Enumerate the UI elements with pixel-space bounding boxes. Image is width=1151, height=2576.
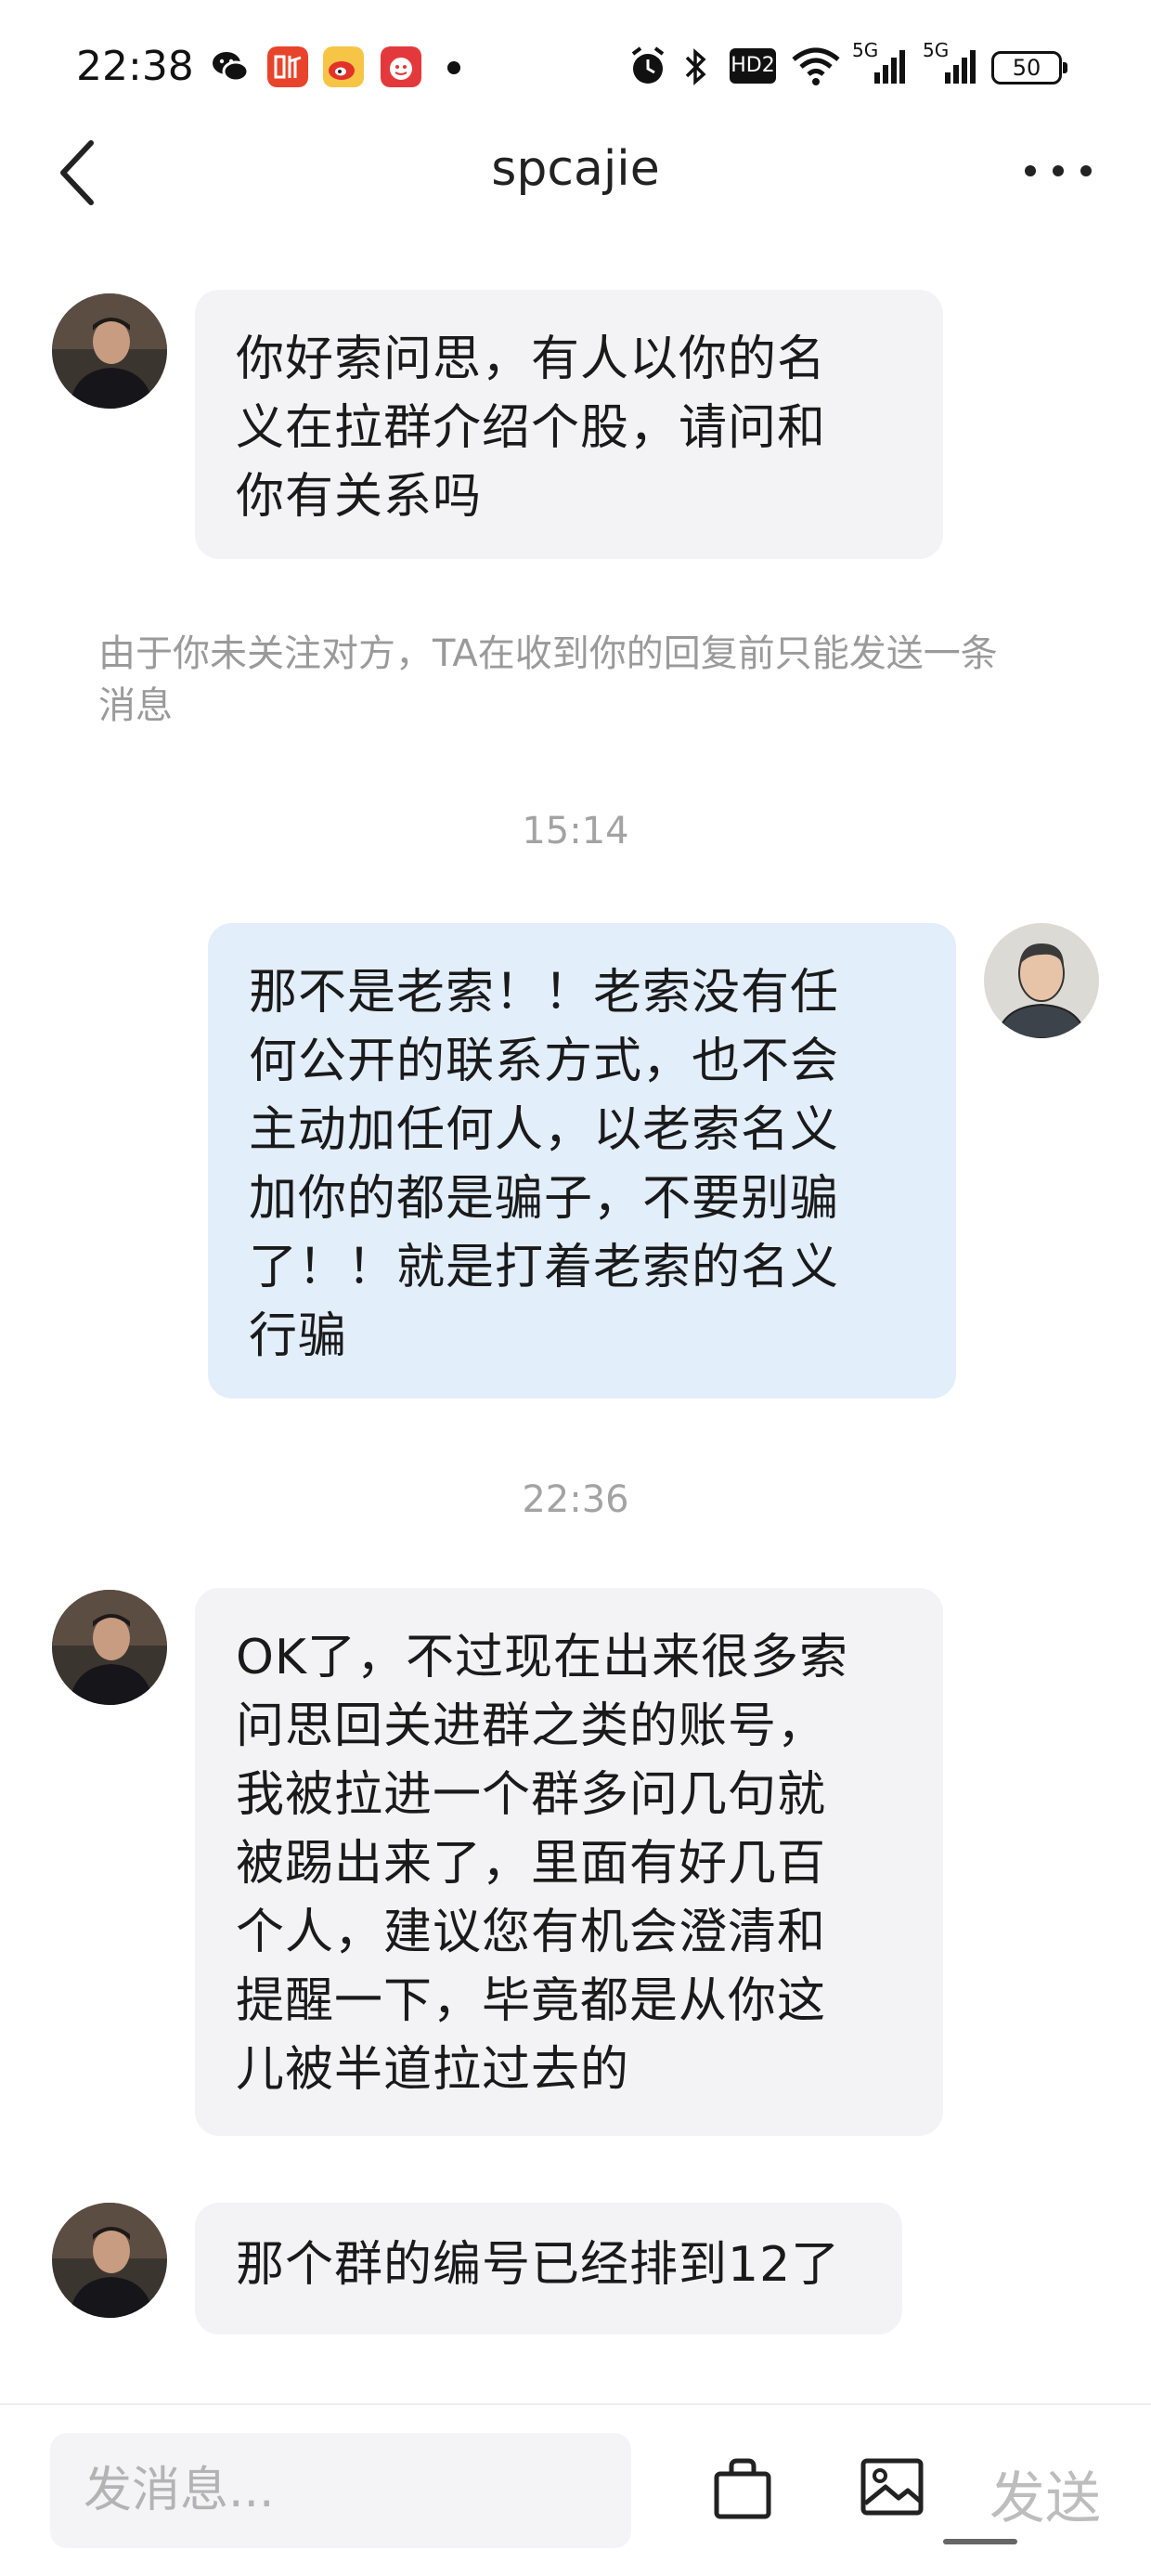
- incoming-message[interactable]: 你好索问思，有人以你的名 义在拉群介绍个股，请问和 你有关系吗: [195, 290, 943, 559]
- app-icon: [381, 46, 421, 87]
- home-indicator: [943, 2539, 1017, 2544]
- contact-avatar[interactable]: [52, 293, 167, 409]
- incoming-message[interactable]: 那个群的编号已经排到12了: [195, 2203, 902, 2335]
- chat-header: spcajie: [0, 121, 1151, 223]
- wechat-icon: [213, 52, 250, 83]
- wifi-icon: [792, 47, 840, 85]
- timestamp: 22:36: [522, 1478, 629, 1521]
- message-input-bar: 发送: [0, 2403, 1151, 2576]
- ting-app-icon: [267, 46, 308, 87]
- chat-title: spcajie: [491, 141, 660, 197]
- user-avatar[interactable]: [984, 923, 1099, 1038]
- message-input[interactable]: [50, 2433, 631, 2548]
- status-time: 22:38: [76, 43, 194, 90]
- battery-indicator: 50: [991, 51, 1067, 85]
- incoming-message[interactable]: OK了，不过现在出来很多索 问思回关进群之类的账号， 我被拉进一个群多问几句就 …: [195, 1588, 943, 2136]
- more-options-button[interactable]: [1021, 152, 1095, 189]
- contact-avatar[interactable]: [52, 1590, 167, 1705]
- outgoing-message[interactable]: 那不是老索！！老索没有任 何公开的联系方式，也不会 主动加任何人，以老索名义 加…: [208, 923, 956, 1399]
- contact-avatar[interactable]: [52, 2203, 167, 2318]
- signal-icon: [874, 50, 905, 84]
- notification-dot: [447, 61, 460, 74]
- bluetooth-icon: [685, 48, 706, 85]
- status-bar: 22:38 HD2 5G 5G 50: [0, 0, 1151, 139]
- shopping-bag-icon[interactable]: [711, 2457, 774, 2520]
- timestamp: 15:14: [522, 810, 629, 852]
- send-button[interactable]: 发送: [989, 2453, 1101, 2534]
- signal-icon: [945, 50, 976, 84]
- alarm-icon: [631, 46, 665, 84]
- hd-badge: HD2: [730, 48, 776, 84]
- weibo-icon: [323, 46, 364, 87]
- follow-notice: 由于你未关注对方，TA在收到你的回复前只能发送一条 消息: [98, 632, 998, 727]
- image-icon[interactable]: [860, 2457, 925, 2517]
